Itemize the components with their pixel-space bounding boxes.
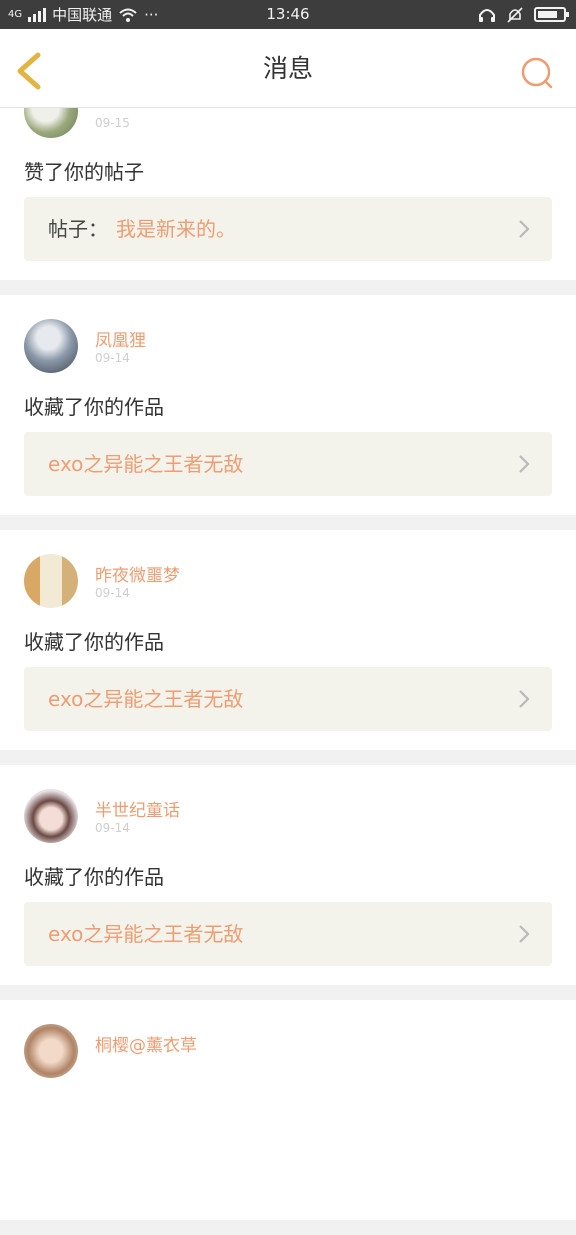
work-title: 我是新来的。 — [116, 217, 236, 241]
chevron-right-icon — [519, 925, 530, 943]
avatar[interactable] — [24, 789, 78, 843]
notification-card: 昨夜微噩梦 09-14 收藏了你的作品 exo之异能之王者无敌 — [0, 530, 576, 750]
chevron-right-icon — [519, 455, 530, 473]
search-icon — [521, 57, 553, 89]
battery-icon — [534, 7, 569, 22]
chevron-right-icon — [519, 690, 530, 708]
username[interactable]: 昨夜微噩梦 — [95, 561, 180, 586]
username[interactable]: 半世纪童话 — [95, 796, 180, 821]
status-right — [478, 0, 569, 29]
notification-action: 收藏了你的作品 — [24, 630, 164, 654]
username[interactable]: 桐樱@薰衣草 — [95, 1031, 197, 1056]
work-title: exo之异能之王者无敌 — [48, 687, 244, 711]
chevron-right-icon — [519, 220, 530, 238]
status-bar: 4G 中国联通 ··· 13:46 — [0, 0, 576, 29]
search-button[interactable] — [520, 56, 554, 90]
avatar[interactable] — [24, 319, 78, 373]
notification-action: 收藏了你的作品 — [24, 865, 164, 889]
battery-fill — [538, 11, 558, 18]
avatar[interactable] — [24, 1024, 78, 1078]
notification-action: 收藏了你的作品 — [24, 395, 164, 419]
headphones-icon — [479, 8, 495, 22]
mute-bell-icon — [507, 6, 523, 23]
work-link[interactable]: exo之异能之王者无敌 — [24, 667, 552, 731]
notification-list: 09-15 赞了你的帖子 帖子： 我是新来的。 凤凰狸 09-14 收藏了你的作… — [0, 60, 576, 1235]
notification-card: 凤凰狸 09-14 收藏了你的作品 exo之异能之王者无敌 — [0, 295, 576, 515]
notification-date: 09-14 — [95, 351, 130, 365]
notification-date: 09-14 — [95, 586, 130, 600]
work-link[interactable]: exo之异能之王者无敌 — [24, 432, 552, 496]
notification-card: 半世纪童话 09-14 收藏了你的作品 exo之异能之王者无敌 — [0, 765, 576, 985]
notification-card: 桐樱@薰衣草 — [0, 1000, 576, 1220]
work-link[interactable]: exo之异能之王者无敌 — [24, 902, 552, 966]
work-prefix: 帖子： — [48, 217, 108, 241]
notification-date: 09-14 — [95, 821, 130, 835]
avatar[interactable] — [24, 554, 78, 608]
work-title: exo之异能之王者无敌 — [48, 452, 244, 476]
notification-action: 赞了你的帖子 — [24, 160, 144, 184]
app-header: 消息 — [0, 29, 576, 108]
username[interactable]: 凤凰狸 — [95, 326, 146, 351]
work-title: exo之异能之王者无敌 — [48, 922, 244, 946]
notification-date: 09-15 — [95, 116, 130, 130]
work-link[interactable]: 帖子： 我是新来的。 — [24, 197, 552, 261]
page-title: 消息 — [262, 54, 313, 83]
